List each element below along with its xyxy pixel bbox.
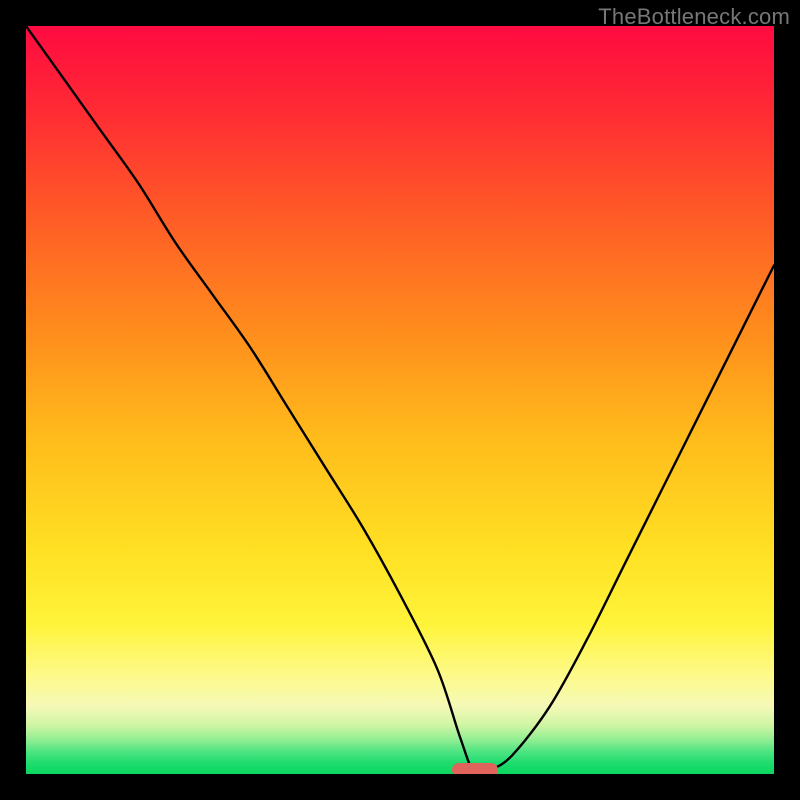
plot-area: [26, 26, 774, 774]
bottleneck-curve: [26, 26, 774, 774]
chart-container: TheBottleneck.com: [0, 0, 800, 800]
watermark-text: TheBottleneck.com: [598, 4, 790, 30]
optimal-point-marker: [452, 763, 498, 774]
